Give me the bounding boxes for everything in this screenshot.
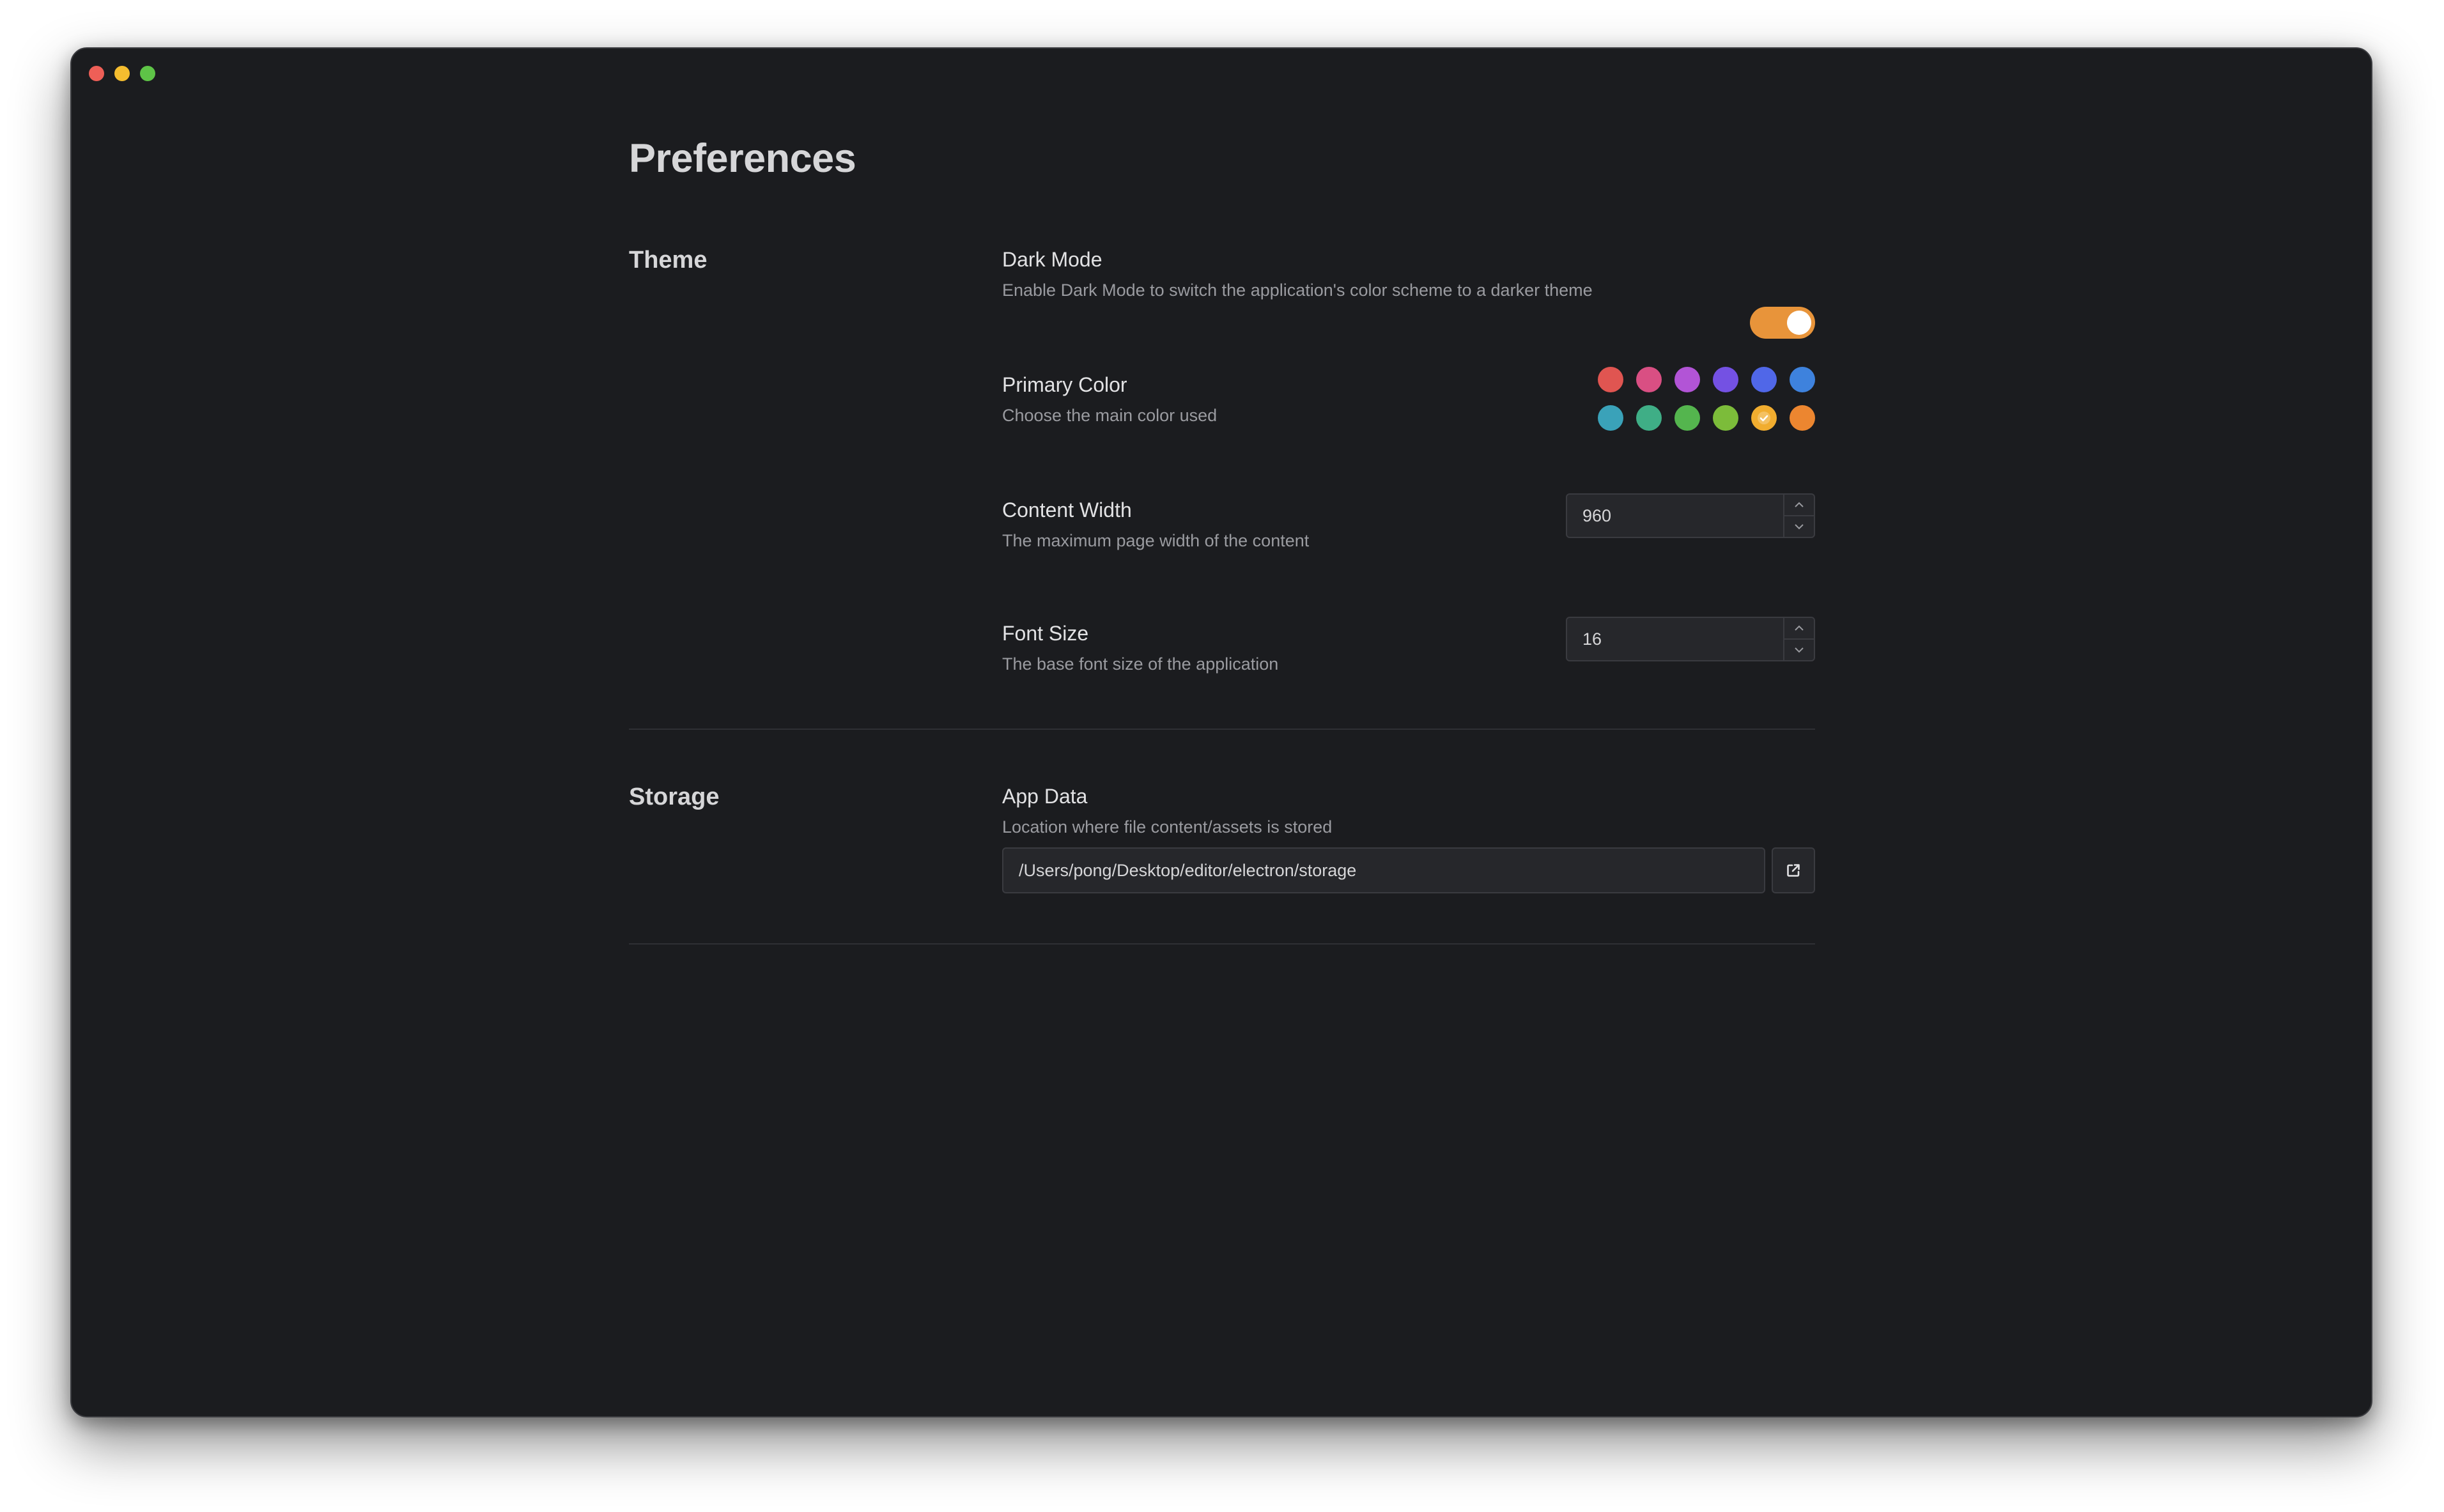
color-swatch-cyan[interactable] bbox=[1598, 405, 1623, 431]
color-swatch-grid bbox=[1598, 367, 1815, 431]
color-swatch-blue[interactable] bbox=[1790, 367, 1815, 392]
external-link-icon bbox=[1787, 864, 1800, 877]
app-data-label: App Data bbox=[1002, 785, 1088, 808]
color-swatch-lime[interactable] bbox=[1713, 405, 1738, 431]
color-swatch-red[interactable] bbox=[1598, 367, 1623, 392]
content-width-input[interactable] bbox=[1567, 495, 1783, 537]
window-controls bbox=[89, 66, 155, 81]
content-width-increment-button[interactable] bbox=[1784, 495, 1814, 515]
content-width-stepper bbox=[1566, 493, 1815, 538]
dark-mode-label: Dark Mode bbox=[1002, 248, 1102, 271]
storage-section-title: Storage bbox=[629, 783, 720, 810]
zoom-window-button[interactable] bbox=[140, 66, 155, 81]
primary-color-setting: Primary Color Choose the main color used bbox=[1002, 367, 1815, 431]
section-divider bbox=[629, 729, 1815, 730]
font-size-decrement-button[interactable] bbox=[1784, 638, 1814, 660]
section-divider bbox=[629, 943, 1815, 945]
color-swatch-indigo[interactable] bbox=[1751, 367, 1777, 392]
font-size-increment-button[interactable] bbox=[1784, 618, 1814, 638]
color-swatch-violet[interactable] bbox=[1713, 367, 1738, 392]
chevron-up-icon bbox=[1795, 502, 1804, 507]
font-size-setting: Font Size The base font size of the appl… bbox=[1002, 617, 1815, 677]
minimize-window-button[interactable] bbox=[114, 66, 130, 81]
close-window-button[interactable] bbox=[89, 66, 104, 81]
app-data-path-row bbox=[1002, 847, 1815, 893]
color-swatch-pink[interactable] bbox=[1636, 367, 1662, 392]
app-data-setting: App Data Location where file content/ass… bbox=[1002, 783, 1815, 893]
check-icon bbox=[1758, 412, 1770, 424]
open-app-data-button[interactable] bbox=[1772, 847, 1815, 893]
color-swatch-yellow[interactable] bbox=[1751, 405, 1777, 431]
app-data-description: Location where file content/assets is st… bbox=[1002, 817, 1333, 837]
toggle-knob bbox=[1787, 311, 1811, 335]
chevron-down-icon bbox=[1795, 524, 1804, 530]
content-width-setting: Content Width The maximum page width of … bbox=[1002, 493, 1815, 553]
chevron-down-icon bbox=[1795, 647, 1804, 653]
font-size-stepper bbox=[1566, 617, 1815, 661]
content-width-stepper-buttons bbox=[1783, 495, 1814, 537]
color-swatch-purple[interactable] bbox=[1674, 367, 1700, 392]
page-title: Preferences bbox=[629, 136, 856, 181]
theme-section-title: Theme bbox=[629, 247, 708, 274]
dark-mode-setting: Dark Mode Enable Dark Mode to switch the… bbox=[1002, 247, 1815, 339]
color-swatch-green[interactable] bbox=[1674, 405, 1700, 431]
app-window: Preferences Theme Dark Mode Enable Dark … bbox=[70, 47, 2372, 1417]
font-size-input[interactable] bbox=[1567, 618, 1783, 660]
chevron-up-icon bbox=[1795, 625, 1804, 631]
dark-mode-toggle[interactable] bbox=[1750, 307, 1815, 339]
dark-mode-description: Enable Dark Mode to switch the applicati… bbox=[1002, 281, 1593, 300]
color-swatch-orange[interactable] bbox=[1790, 405, 1815, 431]
content-width-decrement-button[interactable] bbox=[1784, 515, 1814, 537]
app-data-path-input[interactable] bbox=[1002, 847, 1765, 893]
font-size-stepper-buttons bbox=[1783, 618, 1814, 660]
color-swatch-teal[interactable] bbox=[1636, 405, 1662, 431]
